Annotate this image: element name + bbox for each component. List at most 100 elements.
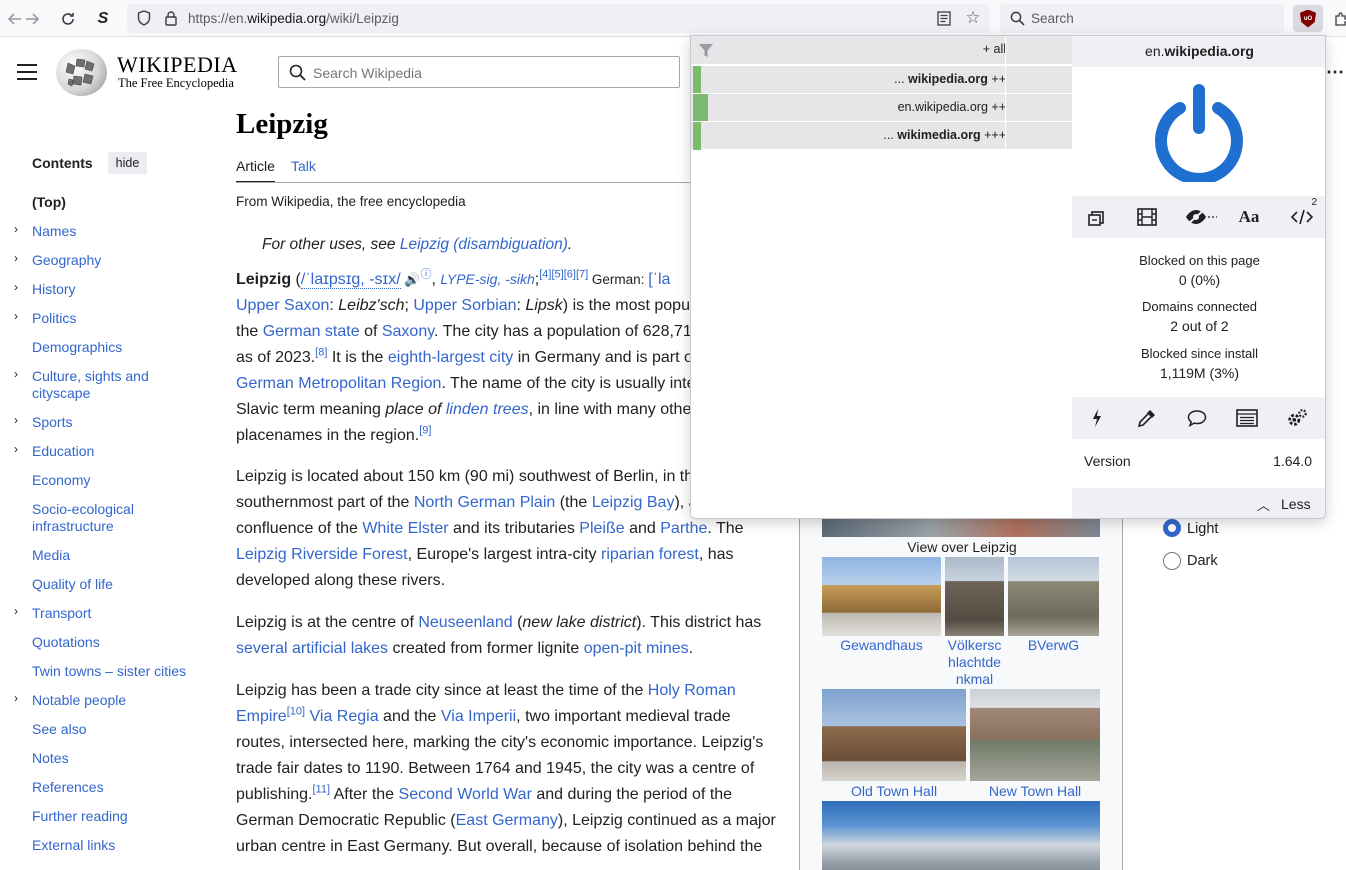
toc-item-politics[interactable]: Politics — [32, 310, 202, 327]
firewall-row[interactable]: ... wikipedia.org ++ — [691, 65, 1072, 94]
element-zapper-icon[interactable] — [1086, 206, 1108, 228]
url-text[interactable]: https://en.wikipedia.org/wiki/Leipzig — [188, 11, 399, 26]
gallery-caption-old-town-hall[interactable]: Old Town Hall — [822, 783, 966, 800]
less-button[interactable]: ︿ Less — [1072, 488, 1325, 518]
citation-link[interactable]: [10] — [287, 706, 305, 718]
gallery-caption-voelkerschlachtdenkmal[interactable]: Völkersc hlachtde nkmal — [945, 637, 1004, 688]
theme-dark-label[interactable]: Dark — [1187, 553, 1218, 569]
riparian-forest-link[interactable]: riparian forest — [601, 546, 699, 563]
theme-light-label[interactable]: Light — [1187, 521, 1218, 537]
bookmark-star-icon[interactable]: ☆ — [964, 8, 982, 27]
speaker-icon[interactable]: 🔊 — [401, 272, 420, 287]
north-german-plain-link[interactable]: North German Plain — [414, 494, 555, 511]
toc-item-geography[interactable]: Geography — [32, 252, 202, 269]
gewandhaus-image[interactable] — [822, 557, 941, 636]
lock-icon[interactable] — [162, 9, 180, 27]
site-extension-icon[interactable]: S — [90, 6, 116, 32]
address-bar[interactable]: https://en.wikipedia.org/wiki/Leipzig ☆ — [127, 4, 990, 33]
wikipedia-globe-logo[interactable] — [56, 49, 107, 96]
scripts-icon[interactable]: 2 — [1287, 198, 1317, 228]
report-icon[interactable] — [1186, 407, 1208, 429]
toc-item-references[interactable]: References — [32, 779, 202, 796]
toc-item-notes[interactable]: Notes — [32, 750, 202, 767]
zap-icon[interactable] — [1086, 407, 1108, 429]
pleisse-link[interactable]: Pleiße — [579, 520, 624, 537]
holy-roman-empire-link[interactable]: Holy Roman — [648, 682, 736, 699]
dashboard-icon[interactable] — [1286, 407, 1308, 429]
chevron-right-icon[interactable]: › — [14, 692, 24, 704]
toc-item-demographics[interactable]: Demographics — [32, 339, 202, 356]
eighth-largest-city-link[interactable]: eighth-largest city — [388, 349, 513, 366]
picker-icon[interactable] — [1136, 407, 1158, 429]
toc-item-history[interactable]: History — [32, 281, 202, 298]
toc-item-twin-towns[interactable]: Twin towns – sister cities — [32, 663, 202, 680]
pronunciation-link[interactable]: [ˈla — [648, 271, 670, 288]
toc-item-culture[interactable]: Culture, sights and cityscape — [32, 368, 172, 402]
toc-item-economy[interactable]: Economy — [32, 472, 202, 489]
voelkerschlachtdenkmal-image[interactable] — [945, 557, 1004, 636]
chevron-right-icon[interactable]: › — [14, 443, 24, 455]
main-menu-icon[interactable] — [17, 64, 37, 80]
reader-view-icon[interactable] — [935, 9, 953, 27]
second-world-war-link[interactable]: Second World War — [399, 786, 532, 803]
upper-sorbian-link[interactable]: Upper Sorbian — [413, 297, 516, 314]
toc-item-top[interactable]: (Top) — [32, 194, 202, 211]
toc-item-see-also[interactable]: See also — [32, 721, 202, 738]
via-regia-link[interactable]: Via Regia — [310, 708, 379, 725]
saxony-link[interactable]: Saxony — [382, 323, 434, 340]
info-icon[interactable]: ⓘ — [420, 269, 431, 281]
shield-icon[interactable] — [135, 9, 153, 27]
wikipedia-wordmark[interactable]: WIKIPEDIA — [117, 52, 238, 78]
east-germany-link[interactable]: East Germany — [456, 812, 558, 829]
firewall-row[interactable]: ... wikimedia.org +++ — [691, 121, 1072, 150]
chevron-right-icon[interactable]: › — [14, 310, 24, 322]
fonts-icon[interactable]: Aa — [1238, 206, 1260, 228]
browser-search-bar[interactable]: Search — [1000, 4, 1284, 33]
citation-link[interactable]: [9] — [419, 425, 431, 437]
gallery-caption-new-town-hall[interactable]: New Town Hall — [970, 783, 1100, 800]
theme-dark-radio[interactable] — [1163, 552, 1181, 570]
chevron-right-icon[interactable]: › — [14, 281, 24, 293]
toc-item-names[interactable]: Names — [32, 223, 202, 240]
old-town-hall-image[interactable] — [822, 689, 966, 781]
citation-link[interactable]: [11] — [313, 784, 331, 796]
linden-trees-link[interactable]: linden trees — [446, 401, 529, 418]
chevron-right-icon[interactable]: › — [14, 368, 24, 380]
chevron-right-icon[interactable]: › — [14, 223, 24, 235]
toc-item-transport[interactable]: Transport — [32, 605, 202, 622]
logger-icon[interactable] — [1236, 407, 1258, 429]
power-switch-icon[interactable] — [1152, 82, 1246, 182]
toc-item-external-links[interactable]: External links — [32, 837, 202, 854]
via-imperii-link[interactable]: Via Imperii — [441, 708, 516, 725]
toc-item-sports[interactable]: Sports — [32, 414, 202, 431]
toc-item-quality-of-life[interactable]: Quality of life — [32, 576, 202, 593]
cosmetic-filter-icon[interactable] — [1185, 206, 1217, 228]
riverside-forest-link[interactable]: Leipzig Riverside Forest — [236, 546, 408, 563]
gallery-caption-gewandhaus[interactable]: Gewandhaus — [822, 637, 941, 654]
chevron-right-icon[interactable]: › — [14, 252, 24, 264]
white-elster-link[interactable]: White Elster — [362, 520, 448, 537]
toc-item-further-reading[interactable]: Further reading — [32, 808, 202, 825]
bverwg-image[interactable] — [1008, 557, 1099, 636]
toc-item-quotations[interactable]: Quotations — [32, 634, 202, 651]
filter-icon[interactable] — [698, 43, 714, 58]
extensions-puzzle-icon[interactable] — [1328, 6, 1346, 32]
respelling-link[interactable]: LYPE-sig, -sikh — [440, 271, 534, 287]
tab-article[interactable]: Article — [236, 158, 275, 174]
toc-hide-button[interactable]: hide — [108, 152, 147, 174]
wikipedia-search-input[interactable]: Search Wikipedia — [278, 56, 680, 88]
theme-light-radio[interactable] — [1163, 519, 1181, 537]
chevron-right-icon[interactable]: › — [14, 605, 24, 617]
more-options-icon[interactable]: ⋯ — [1326, 62, 1344, 83]
artificial-lakes-link[interactable]: several artificial lakes — [236, 640, 388, 657]
metropolitan-region-link[interactable]: German Metropolitan Region — [236, 375, 441, 392]
open-pit-mines-link[interactable]: open-pit mines — [584, 640, 689, 657]
citation-link[interactable]: [8] — [315, 347, 327, 359]
tab-talk[interactable]: Talk — [291, 158, 316, 174]
citation-link[interactable]: [4][5][6][7] — [539, 269, 588, 281]
media-icon[interactable] — [1136, 206, 1158, 228]
reload-icon[interactable] — [55, 6, 81, 32]
chevron-right-icon[interactable]: › — [14, 414, 24, 426]
leipzig-bay-link[interactable]: Leipzig Bay — [592, 494, 675, 511]
parthe-link[interactable]: Parthe — [660, 520, 707, 537]
